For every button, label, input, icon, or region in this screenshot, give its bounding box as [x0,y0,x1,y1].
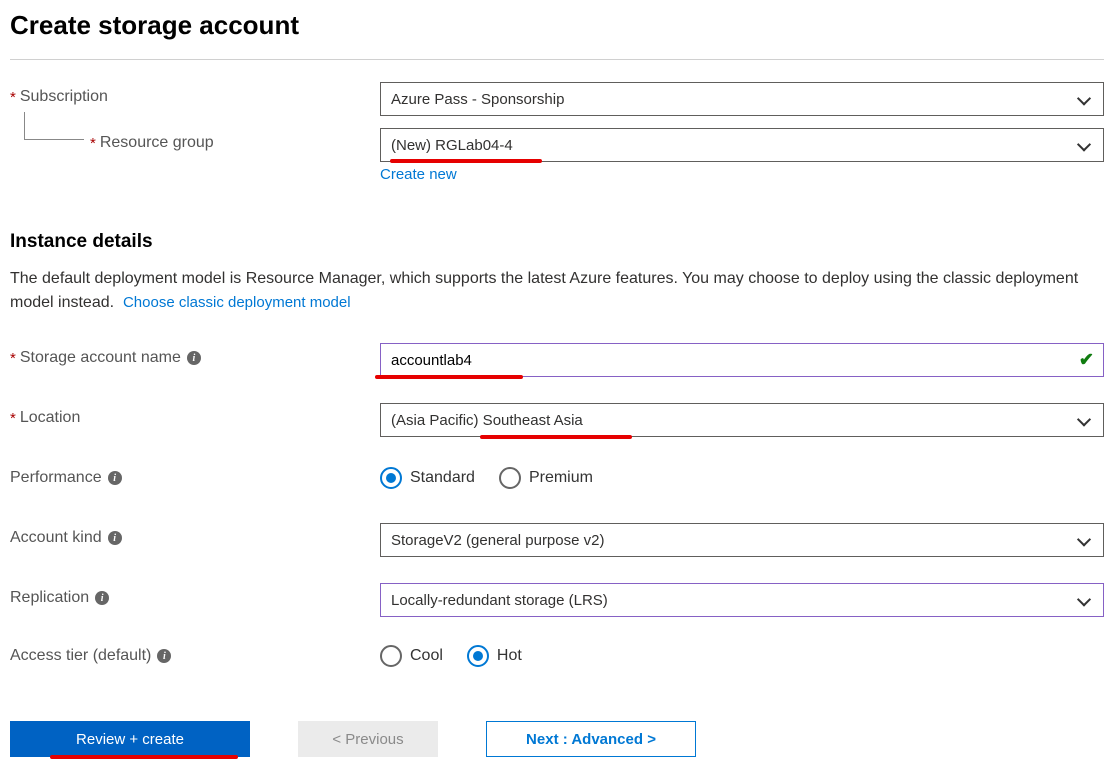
performance-label: Performance [10,469,102,487]
chevron-down-icon [1079,412,1089,429]
info-icon[interactable]: i [108,471,122,485]
resource-group-value: (New) RGLab04-4 [391,137,513,154]
access-tier-row: Access tier (default) i Cool Hot [10,641,1104,681]
performance-label-col: Performance i [10,463,380,487]
performance-row: Performance i Standard Premium [10,463,1104,503]
location-row: * Location (Asia Pacific) Southeast Asia [10,403,1104,443]
access-tier-cool-radio[interactable]: Cool [380,645,443,667]
tree-line-icon [24,112,84,140]
button-bar: Review + create < Previous Next : Advanc… [10,721,1104,757]
instance-details-heading: Instance details [10,231,1104,253]
storage-account-name-input[interactable] [380,343,1104,377]
annotation-redline [375,375,523,379]
location-label-col: * Location [10,403,380,427]
account-kind-row: Account kind i StorageV2 (general purpos… [10,523,1104,563]
resource-group-dropdown[interactable]: (New) RGLab04-4 [380,128,1104,162]
subscription-value: Azure Pass - Sponsorship [391,91,564,108]
resource-group-row: * Resource group (New) RGLab04-4 Create … [10,128,1104,183]
access-tier-hot-label: Hot [497,647,522,665]
checkmark-icon: ✔ [1079,350,1094,371]
access-tier-radio-group: Cool Hot [380,641,1100,667]
radio-icon [380,645,402,667]
location-label: Location [20,409,81,427]
account-kind-value: StorageV2 (general purpose v2) [391,532,604,549]
required-asterisk: * [10,350,16,367]
info-icon[interactable]: i [157,649,171,663]
instance-details-description: The default deployment model is Resource… [10,267,1104,315]
location-dropdown[interactable]: (Asia Pacific) Southeast Asia [380,403,1104,437]
storage-account-name-label-col: * Storage account name i [10,343,380,367]
replication-label: Replication [10,589,89,607]
replication-row: Replication i Locally-redundant storage … [10,583,1104,623]
account-kind-dropdown[interactable]: StorageV2 (general purpose v2) [380,523,1104,557]
info-icon[interactable]: i [187,351,201,365]
info-icon[interactable]: i [95,591,109,605]
storage-account-name-row: * Storage account name i ✔ [10,343,1104,383]
annotation-redline [480,435,632,439]
replication-value: Locally-redundant storage (LRS) [391,592,608,609]
account-kind-label-col: Account kind i [10,523,380,547]
replication-dropdown[interactable]: Locally-redundant storage (LRS) [380,583,1104,617]
chevron-down-icon [1079,592,1089,609]
radio-icon [380,467,402,489]
subscription-row: * Subscription Azure Pass - Sponsorship [10,82,1104,122]
create-new-link[interactable]: Create new [380,166,457,183]
annotation-redline [390,159,542,163]
chevron-down-icon [1079,91,1089,108]
required-asterisk: * [10,410,16,427]
radio-icon [467,645,489,667]
access-tier-cool-label: Cool [410,647,443,665]
chevron-down-icon [1079,137,1089,154]
next-button[interactable]: Next : Advanced > [486,721,696,757]
required-asterisk: * [90,135,96,152]
required-asterisk: * [10,89,16,106]
info-icon[interactable]: i [108,531,122,545]
previous-button[interactable]: < Previous [298,721,438,757]
replication-label-col: Replication i [10,583,380,607]
access-tier-hot-radio[interactable]: Hot [467,645,522,667]
performance-standard-label: Standard [410,469,475,487]
performance-radio-group: Standard Premium [380,463,1100,489]
location-value: (Asia Pacific) Southeast Asia [391,412,583,429]
classic-deployment-link[interactable]: Choose classic deployment model [123,292,351,315]
resource-group-label-col: * Resource group [90,128,380,152]
performance-premium-label: Premium [529,469,593,487]
subscription-label-col: * Subscription [10,82,380,106]
subscription-label: Subscription [20,88,108,106]
review-create-button[interactable]: Review + create [10,721,250,757]
divider [10,59,1104,60]
resource-group-label: Resource group [100,134,214,152]
access-tier-label-col: Access tier (default) i [10,641,380,665]
chevron-down-icon [1079,532,1089,549]
storage-account-name-label: Storage account name [20,349,181,367]
page-title: Create storage account [10,10,1104,41]
subscription-dropdown[interactable]: Azure Pass - Sponsorship [380,82,1104,116]
performance-standard-radio[interactable]: Standard [380,467,475,489]
performance-premium-radio[interactable]: Premium [499,467,593,489]
annotation-redline [50,755,238,759]
access-tier-label: Access tier (default) [10,647,151,665]
radio-icon [499,467,521,489]
account-kind-label: Account kind [10,529,102,547]
